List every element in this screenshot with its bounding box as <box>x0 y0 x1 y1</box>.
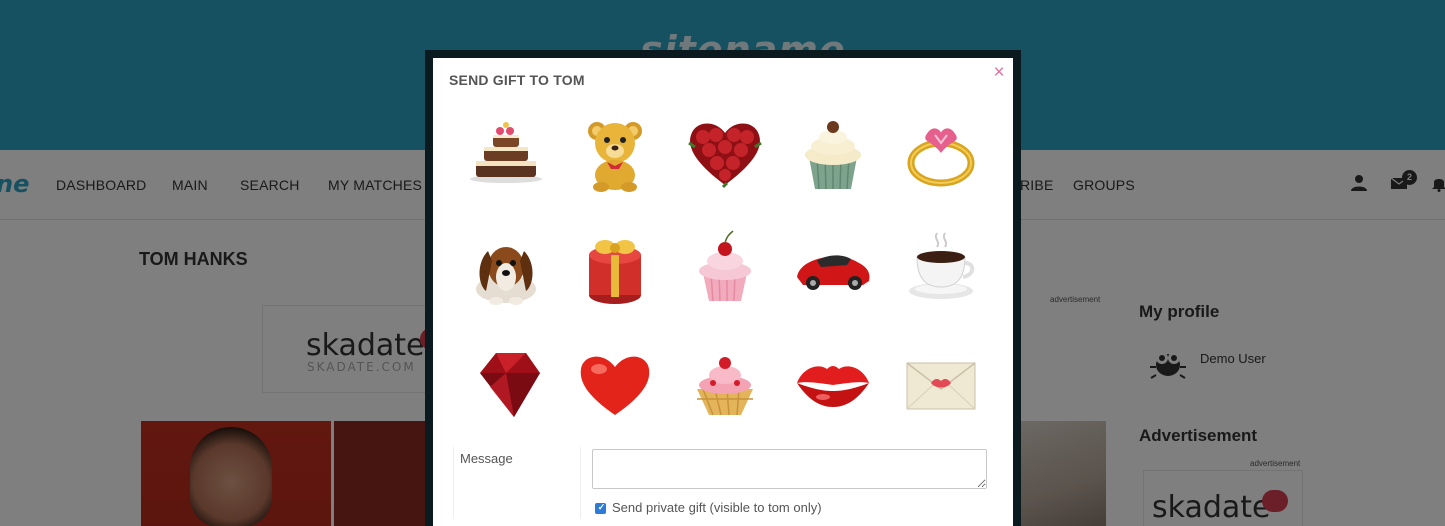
gift-ruby[interactable] <box>466 343 546 423</box>
gift-heart[interactable] <box>575 343 655 423</box>
gift-ice-cream[interactable] <box>685 343 765 423</box>
gift-cupcake-cherry[interactable] <box>685 227 765 307</box>
gift-lips[interactable] <box>793 343 873 423</box>
gift-coffee-cup[interactable] <box>901 227 981 307</box>
message-label: Message <box>460 451 513 466</box>
gift-box[interactable] <box>575 227 655 307</box>
check-icon: ✓ <box>597 502 606 512</box>
gift-envelope[interactable] <box>901 343 981 423</box>
modal-title: SEND GIFT TO TOM <box>449 72 585 88</box>
gift-cupcake-cream[interactable] <box>793 113 873 193</box>
gift-teddy-bear[interactable] <box>575 113 655 193</box>
gift-sports-car[interactable] <box>793 227 873 307</box>
close-button[interactable]: × <box>989 63 1009 83</box>
gift-dog[interactable] <box>466 227 546 307</box>
gift-rose-heart[interactable] <box>685 113 765 193</box>
message-input[interactable] <box>592 449 987 489</box>
gift-cake[interactable] <box>466 113 546 193</box>
send-gift-modal: SEND GIFT TO TOM × Message ✓ Send privat… <box>433 58 1013 526</box>
private-gift-label[interactable]: Send private gift (visible to tom only) <box>612 500 822 515</box>
gift-ring[interactable] <box>901 113 981 193</box>
